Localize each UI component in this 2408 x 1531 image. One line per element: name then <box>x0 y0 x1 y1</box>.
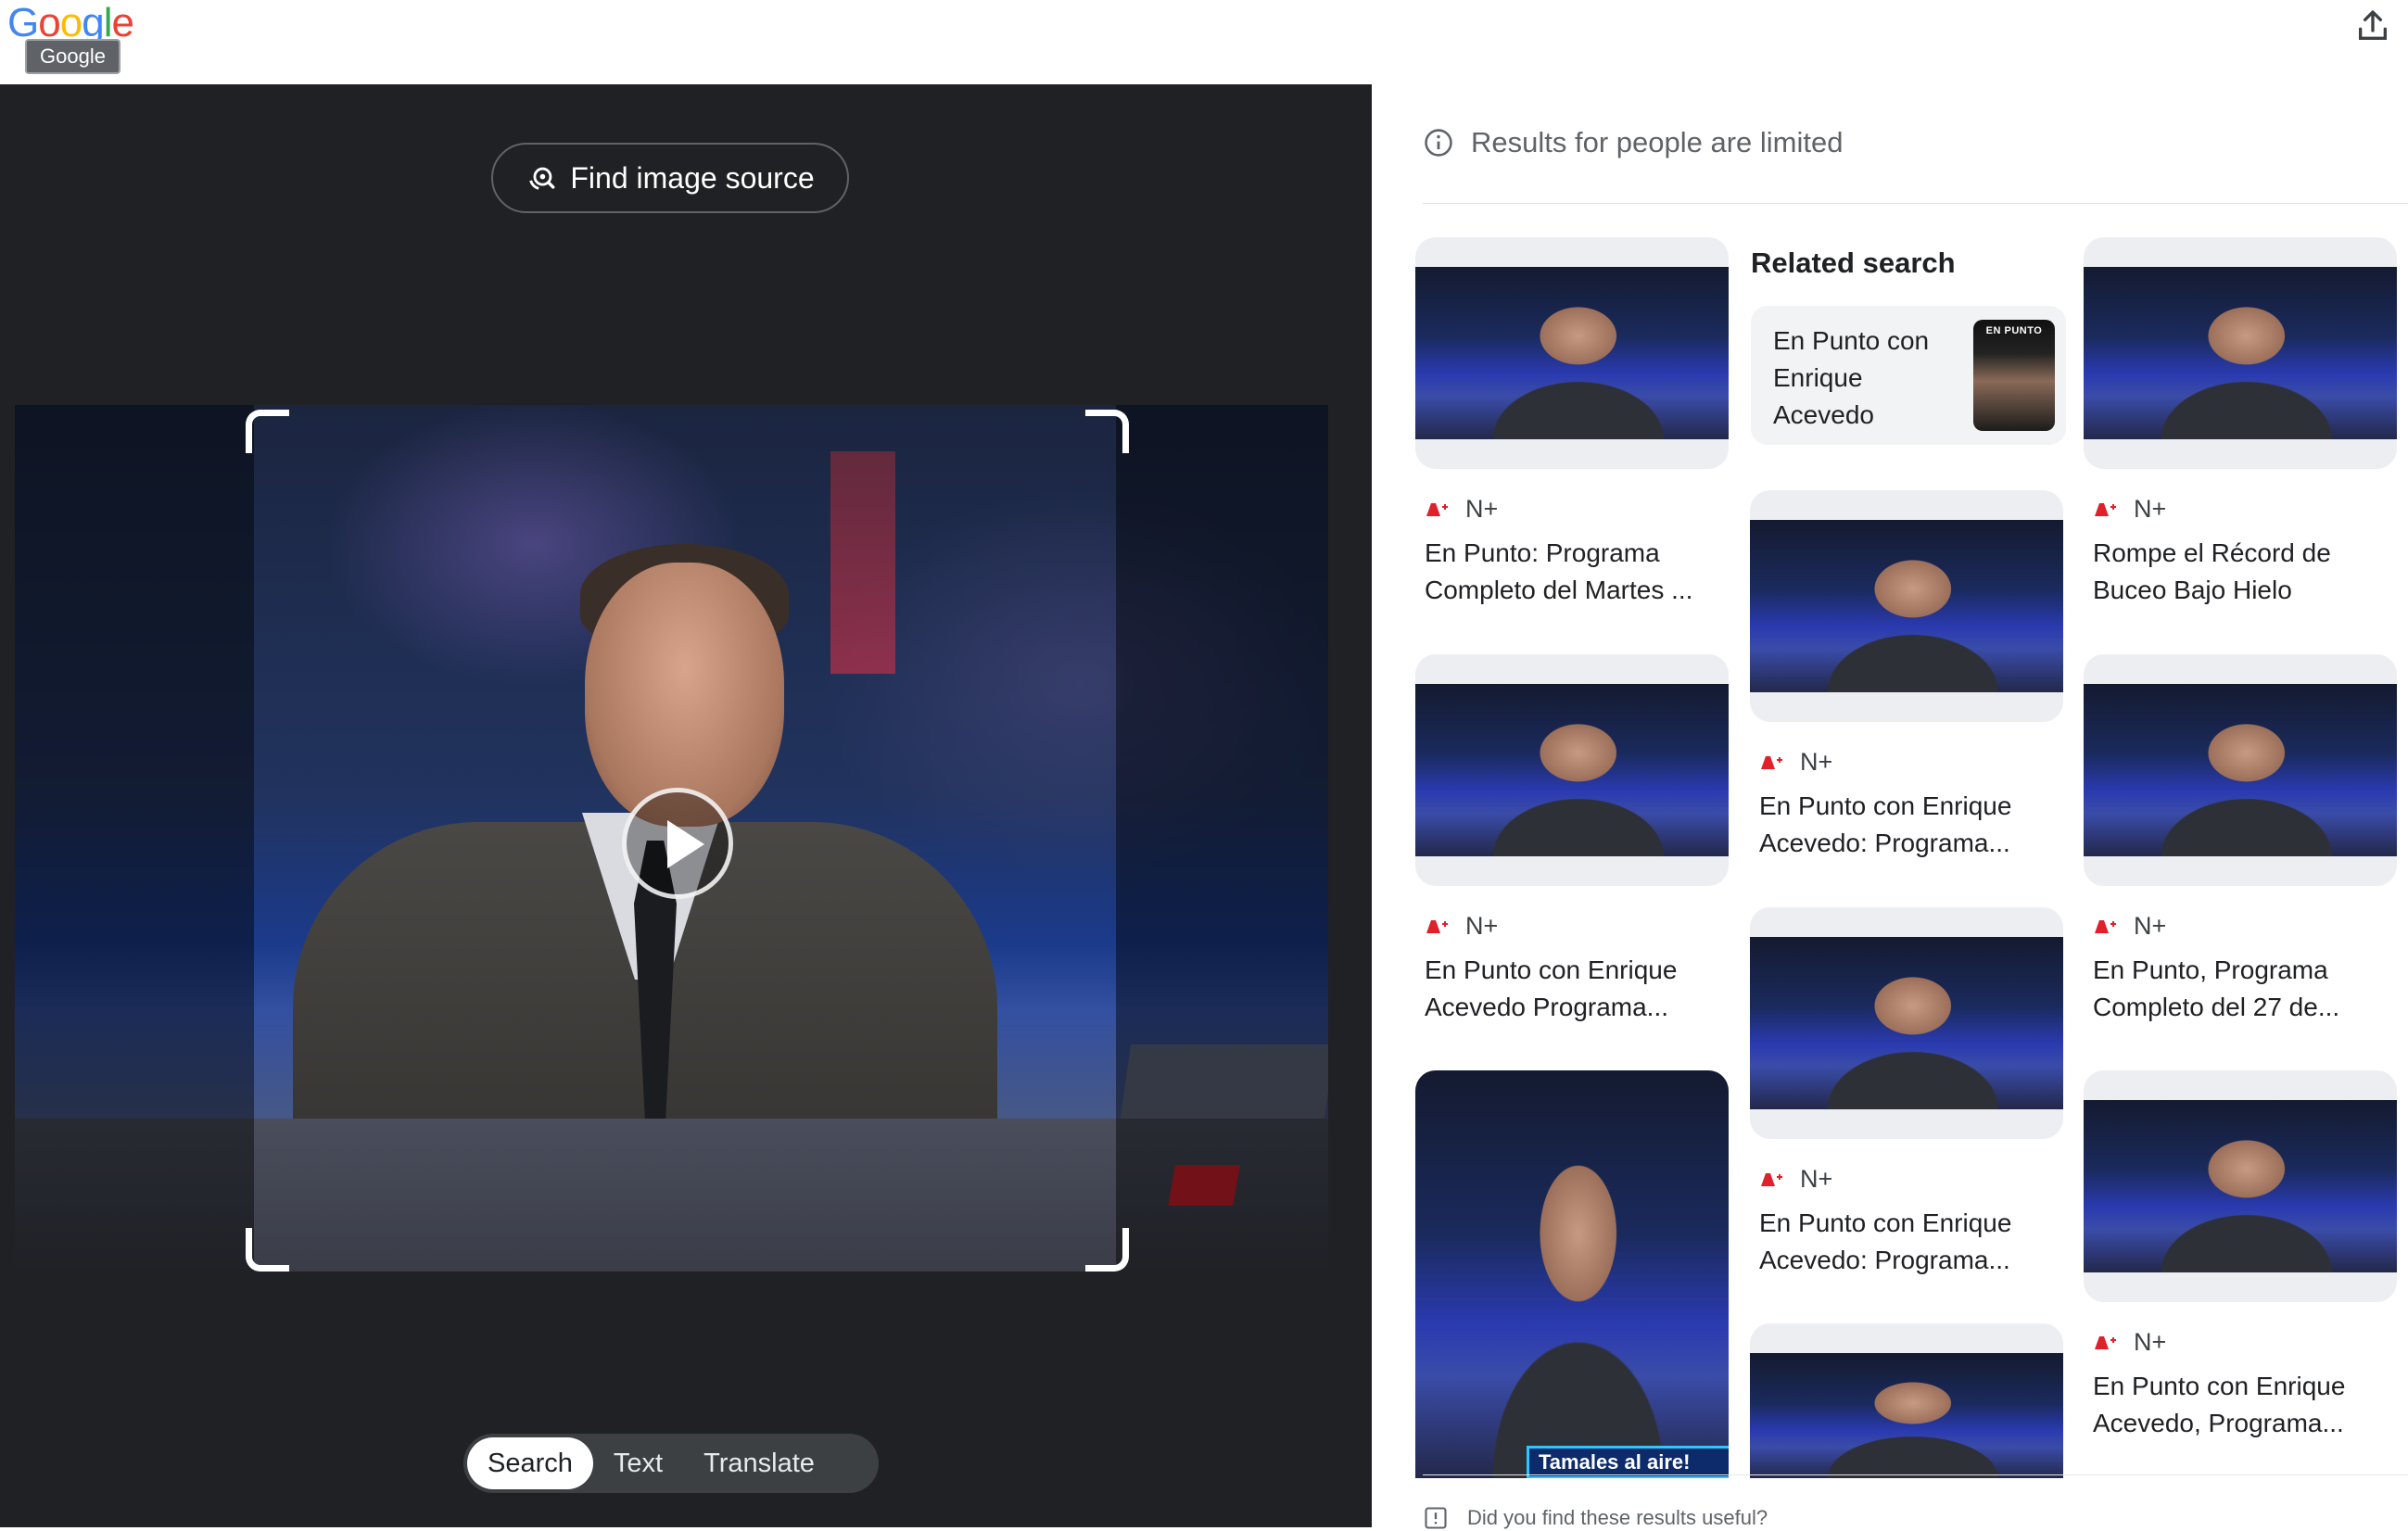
lens-search-icon <box>529 167 555 190</box>
result-card[interactable]: N+ En Punto, Programa Completo del 27 de… <box>2084 654 2397 1026</box>
crop-handle-top-left[interactable] <box>246 410 289 453</box>
result-card[interactable]: N+ Rompe el Récord de Buceo Bajo Hielo <box>2084 237 2397 609</box>
crop-dim-right <box>1116 405 1328 1272</box>
feedback-divider <box>1423 1474 2408 1475</box>
result-source-name: N+ <box>2134 495 2167 523</box>
result-title: Rompe el Récord de Buceo Bajo Hielo <box>2093 538 2331 604</box>
thumbnail-overlay-caption: Tamales al aire! <box>1527 1446 1729 1478</box>
mode-translate-tab[interactable]: Translate <box>683 1437 835 1489</box>
result-card[interactable]: Tamales al aire! <box>1415 1070 1729 1478</box>
thumbnail-image <box>1750 520 2063 692</box>
result-card[interactable]: N+ En Punto con Enrique Acevedo Programa… <box>1415 654 1729 1026</box>
result-source: N+ <box>2084 495 2397 524</box>
share-upload-icon[interactable] <box>2354 7 2391 44</box>
nplus-logo-icon <box>1761 1172 1782 1186</box>
feedback-text: Did you find these results useful? <box>1467 1506 1768 1529</box>
studio-light <box>830 451 895 674</box>
nplus-logo-icon <box>2095 919 2116 933</box>
result-title: En Punto con Enrique Acevedo, Programa..… <box>2093 1372 2346 1437</box>
related-search-query: En Punto con Enrique Acevedo <box>1773 326 1930 429</box>
lens-mode-switcher: Search Text Translate <box>463 1434 879 1493</box>
result-source-name: N+ <box>1465 495 1499 523</box>
result-source-name: N+ <box>2134 1328 2167 1356</box>
crop-handle-top-right[interactable] <box>1085 410 1129 453</box>
top-header: Google Google <box>0 0 2408 85</box>
result-thumbnail <box>1750 1323 2063 1478</box>
nplus-logo-icon <box>1761 755 1782 769</box>
thumbnail-image <box>2084 1100 2397 1272</box>
related-search-chip[interactable]: En Punto con Enrique Acevedo EN PUNTO <box>1751 306 2066 445</box>
result-thumbnail <box>1415 237 1729 469</box>
result-thumbnail <box>1750 907 2063 1139</box>
result-source-name: N+ <box>1465 912 1499 940</box>
limited-results-text: Results for people are limited <box>1471 126 1844 158</box>
related-thumb-label: EN PUNTO <box>1985 325 2043 336</box>
related-search-heading: Related search <box>1751 247 1956 279</box>
result-source: N+ <box>1750 748 2063 777</box>
result-card[interactable]: N+ En Punto: Programa Completo del Marte… <box>1415 237 1729 609</box>
crop-handle-bottom-left[interactable] <box>246 1228 289 1272</box>
result-source-name: N+ <box>2134 912 2167 940</box>
logo-tooltip: Google <box>25 39 120 74</box>
result-card[interactable] <box>1750 1323 2063 1478</box>
mode-text-tab[interactable]: Text <box>593 1437 683 1489</box>
result-thumbnail <box>2084 654 2397 886</box>
find-image-source-button[interactable]: Find image source <box>491 143 849 213</box>
result-source-name: N+ <box>1800 748 1833 776</box>
result-title: En Punto con Enrique Acevedo: Programa..… <box>1759 1208 2012 1274</box>
thumbnail-image <box>2084 267 2397 439</box>
limited-results-notice: Results for people are limited <box>1423 126 1843 159</box>
crop-dim-left <box>15 405 254 1272</box>
result-title: En Punto con Enrique Acevedo: Programa..… <box>1759 791 2012 857</box>
result-title: En Punto: Programa Completo del Martes .… <box>1425 538 1693 604</box>
result-source: N+ <box>1415 495 1729 524</box>
result-card[interactable]: N+ En Punto con Enrique Acevedo: Program… <box>1750 490 2063 862</box>
result-thumbnail <box>2084 237 2397 469</box>
result-thumbnail <box>2084 1070 2397 1302</box>
result-source: N+ <box>2084 912 2397 941</box>
result-source: N+ <box>1750 1165 2063 1194</box>
find-image-source-label: Find image source <box>570 160 815 195</box>
nplus-logo-icon <box>1426 502 1448 516</box>
result-card[interactable]: N+ En Punto con Enrique Acevedo, Program… <box>2084 1070 2397 1442</box>
result-thumbnail: Tamales al aire! <box>1415 1070 1729 1478</box>
play-icon[interactable] <box>622 788 733 899</box>
result-source: N+ <box>1415 912 1729 941</box>
related-search-block: Related search En Punto con Enrique Acev… <box>1751 247 2066 445</box>
header-divider <box>1423 203 2408 204</box>
related-search-thumbnail: EN PUNTO <box>1973 320 2055 431</box>
thumbnail-image <box>1750 1353 2063 1478</box>
nplus-logo-icon <box>2095 502 2116 516</box>
result-title: En Punto con Enrique Acevedo Programa... <box>1425 955 1678 1021</box>
nplus-logo-icon <box>2095 1335 2116 1349</box>
result-card[interactable]: N+ En Punto con Enrique Acevedo: Program… <box>1750 907 2063 1279</box>
thumbnail-image <box>1415 684 1729 856</box>
crop-handle-bottom-right[interactable] <box>1085 1228 1129 1272</box>
anchor-face <box>585 563 784 827</box>
result-thumbnail <box>1750 490 2063 722</box>
result-source: N+ <box>2084 1328 2397 1357</box>
info-icon[interactable] <box>1423 127 1454 158</box>
nplus-logo-icon <box>1426 919 1448 933</box>
thumbnail-image <box>1750 937 2063 1109</box>
result-source-name: N+ <box>1800 1165 1833 1193</box>
results-panel: Results for people are limited N+ En Pun… <box>1372 84 2408 1529</box>
mode-search-tab[interactable]: Search <box>467 1437 593 1489</box>
result-thumbnail <box>1415 654 1729 886</box>
lens-image-panel: Find image source Search Text Translate <box>0 84 1372 1527</box>
thumbnail-image <box>1415 1070 1729 1478</box>
thumbnail-image <box>2084 684 2397 856</box>
thumbnail-image <box>1415 267 1729 439</box>
result-title: En Punto, Programa Completo del 27 de... <box>2093 955 2340 1021</box>
